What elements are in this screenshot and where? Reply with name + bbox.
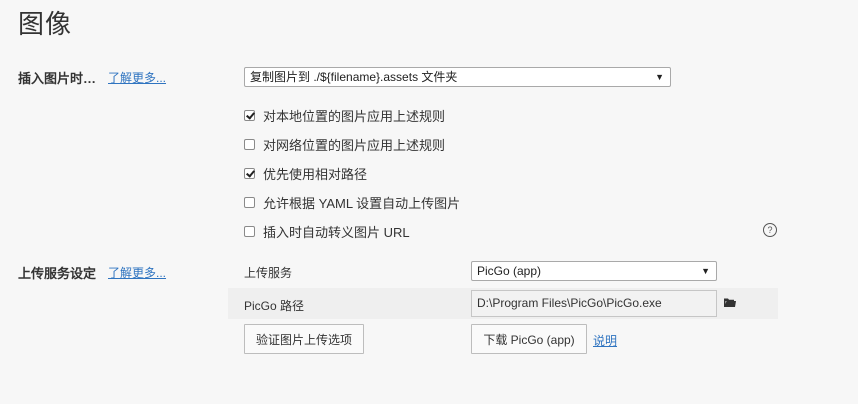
option-apply-network-label: 对网络位置的图片应用上述规则 <box>263 137 446 153</box>
checkbox-escape-url[interactable] <box>244 225 255 237</box>
explain-link[interactable]: 说明 <box>593 332 617 349</box>
upload-learn-more-link[interactable]: 了解更多... <box>108 264 166 281</box>
option-apply-local[interactable]: 对本地位置的图片应用上述规则 <box>244 106 445 124</box>
insert-image-label: 插入图片时… <box>18 71 97 86</box>
chevron-down-icon: ▼ <box>701 266 710 276</box>
help-icon[interactable]: ? <box>763 223 777 237</box>
option-apply-network[interactable]: 对网络位置的图片应用上述规则 <box>244 135 445 153</box>
option-escape-url-label: 插入时自动转义图片 URL <box>263 224 410 240</box>
option-yaml-upload[interactable]: 允许根据 YAML 设置自动上传图片 <box>244 193 460 211</box>
checkbox-apply-local[interactable] <box>244 109 255 121</box>
checkbox-yaml-upload[interactable] <box>244 196 255 208</box>
upload-service-select[interactable]: PicGo (app) ▼ <box>471 261 717 281</box>
option-escape-url[interactable]: 插入时自动转义图片 URL <box>244 222 410 240</box>
checkbox-relative-path[interactable] <box>244 167 255 179</box>
picgo-path-input[interactable]: D:\Program Files\PicGo\PicGo.exe <box>471 290 717 317</box>
page-title: 图像 <box>18 9 73 39</box>
insert-image-learn-more-link[interactable]: 了解更多... <box>108 69 166 86</box>
picgo-path-label: PicGo 路径 <box>244 299 305 313</box>
option-relative-path-label: 优先使用相对路径 <box>263 166 368 182</box>
upload-settings-label: 上传服务设定 <box>18 266 97 281</box>
option-relative-path[interactable]: 优先使用相对路径 <box>244 164 367 182</box>
insert-image-select[interactable]: 复制图片到 ./${filename}.assets 文件夹 ▼ <box>244 67 671 87</box>
download-picgo-button[interactable]: 下载 PicGo (app) <box>471 324 587 354</box>
chevron-down-icon: ▼ <box>655 72 664 82</box>
option-yaml-upload-label: 允许根据 YAML 设置自动上传图片 <box>263 195 461 211</box>
option-apply-local-label: 对本地位置的图片应用上述规则 <box>263 108 446 124</box>
insert-image-select-value: 复制图片到 ./${filename}.assets 文件夹 <box>250 70 458 84</box>
checkbox-apply-network[interactable] <box>244 138 255 150</box>
upload-service-label: 上传服务 <box>244 266 293 280</box>
folder-icon[interactable] <box>724 298 736 307</box>
upload-service-value: PicGo (app) <box>477 264 542 278</box>
verify-upload-button[interactable]: 验证图片上传选项 <box>244 324 364 354</box>
